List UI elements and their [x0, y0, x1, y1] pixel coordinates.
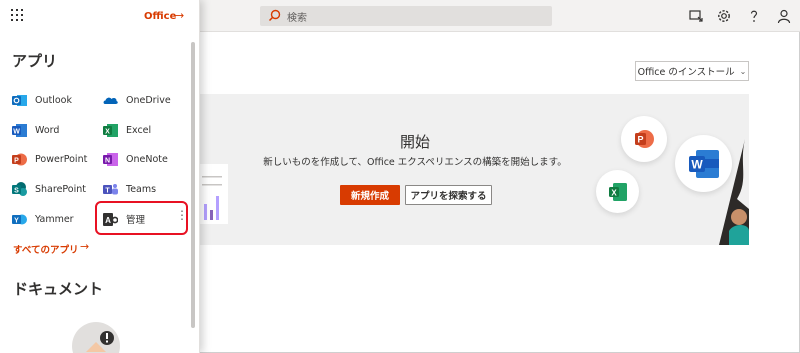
excel-icon: X	[103, 123, 118, 137]
app-label: OneDrive	[126, 94, 171, 106]
create-new-button[interactable]: 新規作成	[340, 185, 400, 205]
all-apps-link[interactable]: すべてのアプリ	[13, 242, 78, 256]
app-outlook[interactable]: Outlook	[12, 90, 72, 110]
app-launcher-icon[interactable]	[11, 9, 23, 21]
svg-text:W: W	[13, 128, 20, 135]
panel-scrollbar[interactable]	[191, 42, 195, 328]
arrow-right-icon[interactable]: →	[175, 9, 184, 22]
search-icon	[268, 9, 281, 22]
search-box[interactable]: 検索	[260, 6, 552, 26]
help-icon[interactable]	[746, 8, 762, 24]
svg-text:P: P	[14, 157, 19, 164]
app-label: PowerPoint	[35, 153, 88, 165]
admin-highlight-box	[95, 201, 188, 235]
account-icon[interactable]	[776, 8, 792, 24]
install-office-button[interactable]: Office のインストール ⌄	[635, 61, 749, 81]
app-launcher-panel: Office → アプリ Outlook W Word P PowerPoint	[0, 0, 200, 353]
app-sharepoint[interactable]: S SharePoint	[12, 179, 86, 199]
explore-apps-button[interactable]: アプリを探索する	[405, 185, 492, 205]
app-label: SharePoint	[35, 183, 87, 195]
documents-heading: ドキュメント	[13, 280, 104, 298]
yammer-icon: Y	[12, 214, 27, 224]
app-powerpoint[interactable]: P PowerPoint	[12, 149, 87, 169]
app-yammer[interactable]: Y Yammer	[12, 209, 74, 229]
feedback-icon[interactable]	[688, 8, 704, 24]
app-onedrive[interactable]: OneDrive	[103, 90, 171, 110]
svg-text:X: X	[611, 188, 617, 197]
alert-icon	[86, 331, 114, 352]
app-excel[interactable]: X Excel	[103, 120, 151, 140]
svg-text:W: W	[691, 157, 703, 171]
app-word[interactable]: W Word	[12, 120, 59, 140]
onedrive-icon	[103, 97, 118, 104]
svg-text:S: S	[14, 187, 19, 194]
install-office-label: Office のインストール	[637, 67, 735, 78]
svg-text:Y: Y	[14, 217, 19, 224]
powerpoint-icon: P	[12, 153, 27, 165]
chevron-down-icon: ⌄	[739, 66, 747, 76]
app-label: Yammer	[35, 213, 74, 225]
excel-icon: X	[608, 182, 627, 201]
office-home-link[interactable]: Office	[144, 11, 176, 22]
app-label: Word	[35, 124, 60, 136]
svg-text:N: N	[105, 157, 110, 164]
app-label: OneNote	[126, 153, 168, 165]
hero-title: 開始	[399, 133, 430, 151]
sharepoint-icon: S	[12, 181, 27, 196]
svg-text:T: T	[105, 187, 110, 194]
word-icon: W	[688, 149, 719, 178]
search-placeholder: 検索	[287, 13, 307, 24]
gear-icon[interactable]	[716, 8, 732, 24]
app-onenote[interactable]: N OneNote	[103, 149, 168, 169]
hero-banner	[200, 94, 749, 245]
onenote-icon: N	[103, 152, 118, 166]
hero-subtitle: 新しいものを作成して、Office エクスペリエンスの構築を開始します。	[263, 157, 567, 168]
arrow-right-icon[interactable]: →	[80, 240, 89, 253]
svg-text:P: P	[637, 135, 643, 145]
outlook-icon	[12, 94, 27, 106]
powerpoint-icon: P	[635, 130, 654, 148]
document-illustration	[200, 164, 228, 224]
powerpoint-bubble: P	[621, 116, 667, 162]
app-teams[interactable]: T Teams	[103, 179, 156, 199]
app-label: Outlook	[35, 94, 72, 106]
documents-illustration	[72, 322, 120, 353]
apps-heading: アプリ	[12, 52, 58, 70]
word-icon: W	[12, 123, 27, 137]
excel-bubble: X	[596, 170, 639, 213]
svg-text:X: X	[105, 128, 110, 135]
more-options-icon[interactable]: ⋮	[176, 209, 188, 221]
app-label: Excel	[126, 124, 152, 136]
app-label: Teams	[126, 183, 157, 195]
word-bubble: W	[675, 135, 732, 192]
teams-icon: T	[103, 183, 118, 194]
